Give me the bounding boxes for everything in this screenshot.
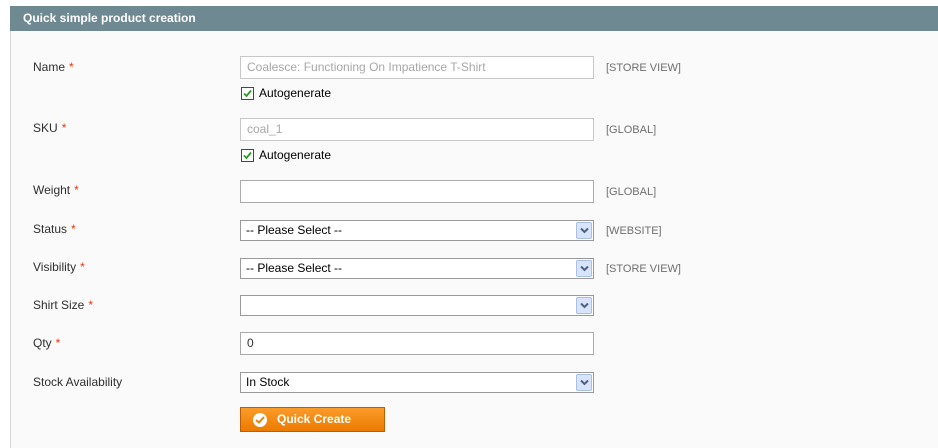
quick-create-button[interactable]: Quick Create <box>240 407 385 432</box>
stock-availability-label: Stock Availability <box>33 375 122 389</box>
name-scope: [STORE VIEW] <box>606 62 681 74</box>
chevron-down-icon <box>580 265 589 272</box>
weight-label-text: Weight <box>33 183 71 197</box>
qty-label-text: Qty <box>33 336 52 350</box>
weight-label: Weight * <box>33 183 79 197</box>
chevron-down-icon <box>580 227 589 234</box>
shirt-size-label: Shirt Size * <box>33 298 93 312</box>
status-dropdown-button[interactable] <box>576 222 592 239</box>
visibility-selected-value: -- Please Select -- <box>246 261 343 275</box>
status-scope: [WEBSITE] <box>606 225 662 237</box>
name-autogenerate-label: Autogenerate <box>259 86 332 100</box>
status-select[interactable]: -- Please Select -- <box>240 220 594 241</box>
sku-autogenerate-checkbox[interactable] <box>241 149 254 162</box>
sku-label: SKU * <box>33 121 66 135</box>
required-marker: * <box>71 222 76 236</box>
stock-availability-dropdown-button[interactable] <box>576 374 592 391</box>
required-marker: * <box>88 298 94 312</box>
name-field[interactable]: Coalesce: Functioning On Impatience T-Sh… <box>240 56 594 79</box>
name-label-text: Name <box>33 60 66 74</box>
name-autogenerate-checkbox[interactable] <box>241 87 254 100</box>
qty-label: Qty * <box>33 336 60 350</box>
status-label: Status * <box>33 222 76 236</box>
shirt-size-select[interactable] <box>240 295 594 316</box>
sku-scope: [GLOBAL] <box>606 124 657 136</box>
stock-availability-selected-value: In Stock <box>246 375 290 389</box>
shirt-size-label-text: Shirt Size <box>33 298 85 312</box>
visibility-dropdown-button[interactable] <box>576 260 592 277</box>
check-icon <box>243 89 252 98</box>
shirt-size-dropdown-button[interactable] <box>576 297 592 314</box>
chevron-down-icon <box>580 302 589 309</box>
visibility-label-text: Visibility <box>33 260 77 274</box>
fieldset-title: Quick simple product creation <box>10 6 938 31</box>
visibility-scope: [STORE VIEW] <box>606 263 681 275</box>
name-label: Name * <box>33 60 74 74</box>
required-marker: * <box>80 260 85 274</box>
visibility-select[interactable]: -- Please Select -- <box>240 258 594 279</box>
sku-label-text: SKU <box>33 121 58 135</box>
weight-field[interactable] <box>240 180 594 203</box>
status-label-text: Status <box>33 222 68 236</box>
required-marker: * <box>61 121 67 135</box>
weight-scope: [GLOBAL] <box>606 186 657 198</box>
check-circle-icon <box>253 413 267 427</box>
sku-autogenerate-label: Autogenerate <box>259 148 332 162</box>
visibility-label: Visibility * <box>33 260 85 274</box>
required-marker: * <box>74 183 79 197</box>
check-icon <box>243 151 252 160</box>
stock-availability-label-text: Stock Availability <box>33 375 123 389</box>
quick-create-label: Quick Create <box>277 412 352 426</box>
sku-field[interactable]: coal_1 <box>240 118 594 141</box>
chevron-down-icon <box>580 379 589 386</box>
status-selected-value: -- Please Select -- <box>246 223 343 237</box>
stock-availability-select[interactable]: In Stock <box>240 372 594 393</box>
required-marker: * <box>69 60 74 74</box>
required-marker: * <box>55 336 61 350</box>
qty-field[interactable]: 0 <box>240 332 594 355</box>
